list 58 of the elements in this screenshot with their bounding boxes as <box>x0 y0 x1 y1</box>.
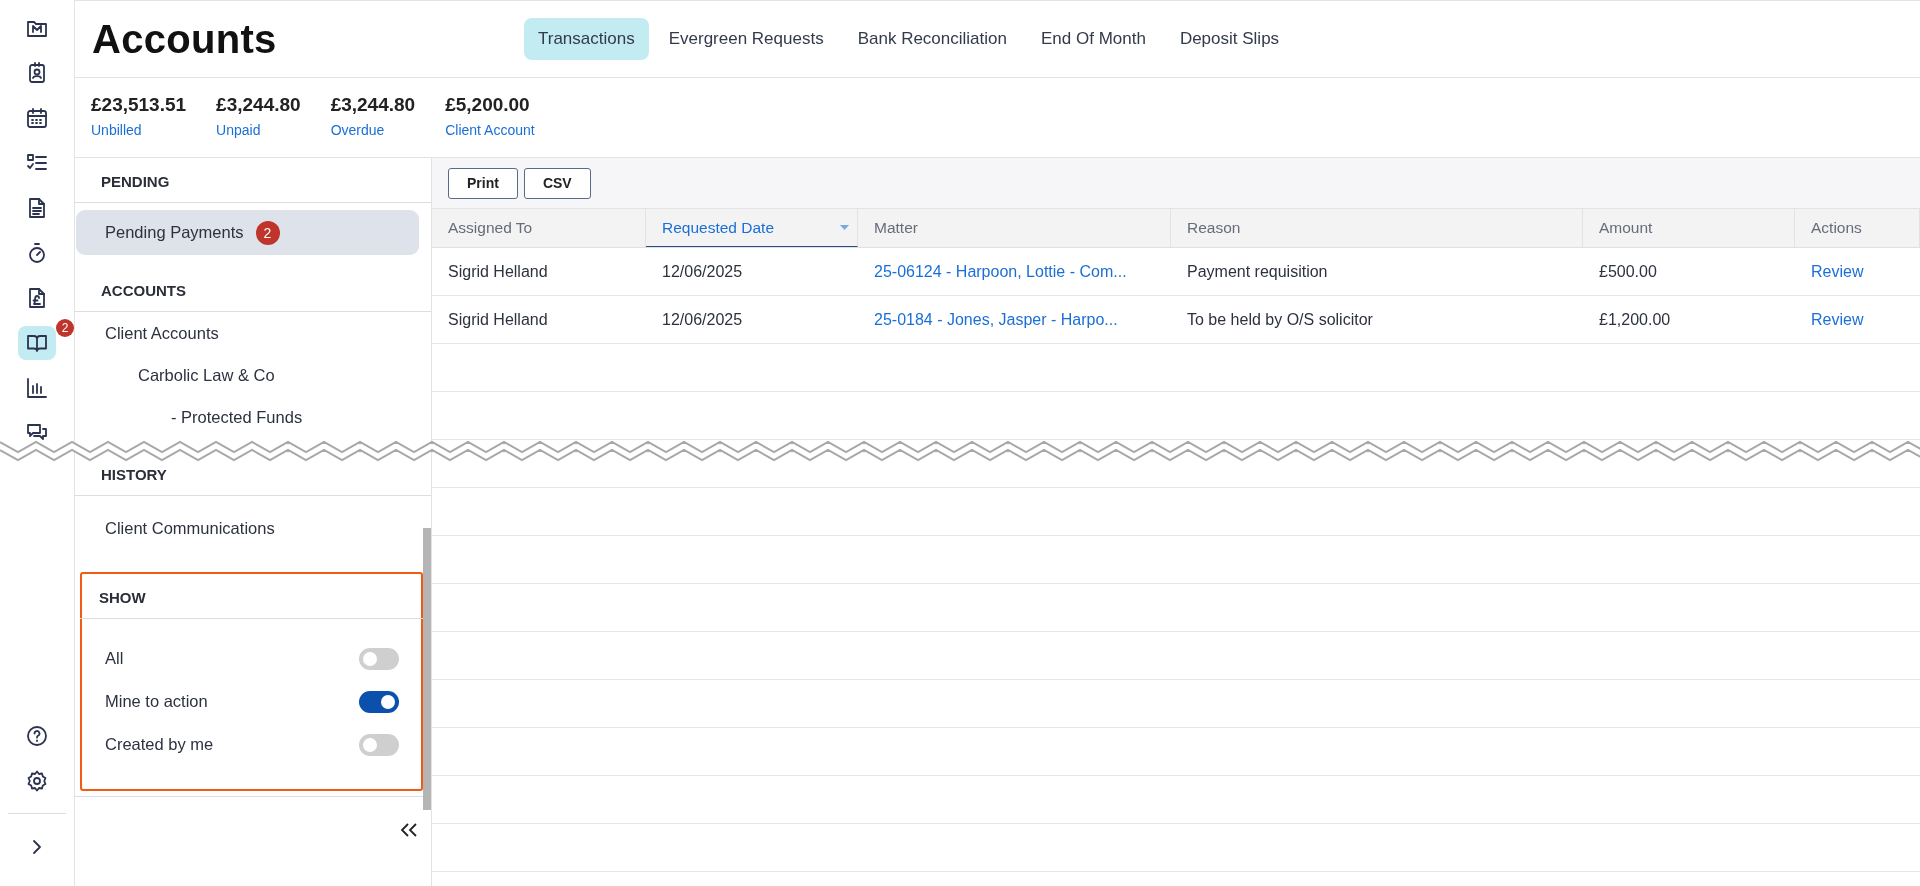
page-title: Accounts <box>92 16 278 62</box>
column-header[interactable]: Amount <box>1583 209 1795 247</box>
stat-value: £3,244.80 <box>216 94 301 116</box>
column-header[interactable]: Assigned To <box>432 209 646 247</box>
table-cell-text: To be held by O/S solicitor <box>1186 310 1374 329</box>
tab[interactable]: End Of Month <box>1027 18 1160 60</box>
column-header[interactable]: Reason <box>1171 209 1583 247</box>
toggle-label: Created by me <box>105 735 214 754</box>
stat-link[interactable]: Overdue <box>330 122 416 138</box>
toggle-switch[interactable] <box>359 690 399 713</box>
table-link[interactable]: Review <box>1795 262 1920 281</box>
table-cell-text: Sigrid Helland <box>447 310 549 329</box>
bar-chart-icon <box>25 376 49 400</box>
toolbar-button[interactable]: CSV <box>523 167 591 199</box>
toggle-label: Mine to action <box>105 692 208 711</box>
calendar-icon <box>25 106 49 130</box>
help-icon <box>25 724 49 748</box>
sidebar-item[interactable]: Client Communications <box>75 507 419 549</box>
section-heading: PENDING <box>75 158 431 203</box>
column-header[interactable]: Actions <box>1795 209 1920 247</box>
tab[interactable]: Transactions <box>524 18 649 60</box>
sidebar-item[interactable]: Pending Payments 2 <box>76 210 419 255</box>
sidebar-item[interactable]: - Protected Funds <box>75 396 419 438</box>
stat-value: £23,513.51 <box>91 94 187 116</box>
sidebar-item[interactable]: Carbolic Law & Co <box>75 354 419 396</box>
sidebar-item[interactable]: Client Accounts <box>75 312 419 354</box>
count-badge: 2 <box>255 220 280 245</box>
toolbar-button[interactable]: Print <box>448 167 518 199</box>
table-cell-text: Sigrid Helland <box>447 262 549 281</box>
double-chevron-left-icon[interactable] <box>399 822 419 838</box>
table-link[interactable]: 25-06124 - Harpoon, Lottie - Com... <box>858 262 1171 281</box>
stat-link[interactable]: Client Account <box>445 122 535 138</box>
sort-arrow-icon <box>840 225 849 230</box>
table-cell-text: 12/06/2025 <box>661 310 744 329</box>
settings-icon <box>25 769 49 793</box>
table-cell-text: £500.00 <box>1598 262 1658 281</box>
table-link[interactable]: 25-0184 - Jones, Jasper - Harpo... <box>858 310 1171 329</box>
column-header[interactable]: Requested Date <box>646 209 858 247</box>
table-cell-text: £1,200.00 <box>1598 310 1672 329</box>
scrollbar[interactable] <box>423 528 431 810</box>
toggle-switch[interactable] <box>359 733 399 756</box>
column-header[interactable]: Matter <box>858 209 1171 247</box>
stat-link[interactable]: Unpaid <box>216 122 301 138</box>
table-cell-text: 12/06/2025 <box>661 262 744 281</box>
toggle-label: All <box>105 649 124 668</box>
stat-value: £5,200.00 <box>445 94 531 116</box>
section-heading: ACCOUNTS <box>75 267 431 312</box>
chevron-right-icon <box>31 839 43 855</box>
tab[interactable]: Bank Reconciliation <box>843 18 1021 60</box>
stat-value: £3,244.80 <box>330 94 416 116</box>
table-cell-text: Payment requisition <box>1186 262 1329 281</box>
notification-badge: 2 <box>56 319 74 337</box>
stat-link[interactable]: Unbilled <box>91 122 187 138</box>
table-link[interactable]: Review <box>1795 310 1920 329</box>
toggle-switch[interactable] <box>359 647 399 670</box>
tab[interactable]: Deposit Slips <box>1165 18 1294 60</box>
open-book-nav-button[interactable] <box>18 326 56 360</box>
tab[interactable]: Evergreen Requests <box>654 18 838 60</box>
